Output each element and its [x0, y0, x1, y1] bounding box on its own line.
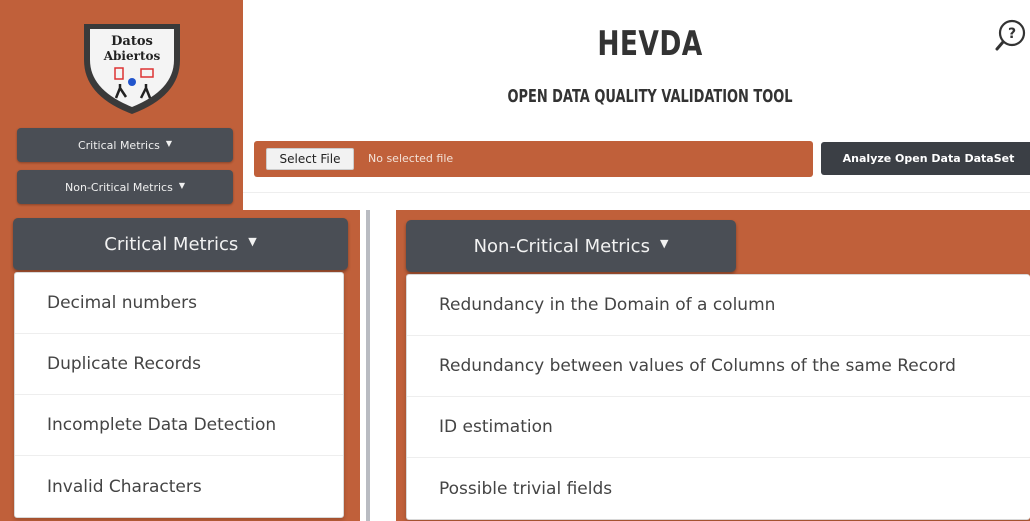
svg-text:Datos: Datos [111, 34, 153, 49]
critical-metrics-dropdown-label: Critical Metrics [104, 233, 239, 255]
caret-down-icon: ▼ [165, 138, 173, 148]
select-file-button[interactable]: Select File [266, 148, 354, 170]
divider [243, 192, 1030, 193]
panel-divider [366, 210, 370, 521]
menu-item-trivial-fields[interactable]: Possible trivial fields [407, 458, 1030, 519]
menu-item-redundancy-domain[interactable]: Redundancy in the Domain of a column [407, 275, 1030, 336]
critical-metrics-menu: Decimal numbers Duplicate Records Incomp… [14, 272, 344, 518]
caret-down-icon: ▼ [178, 180, 185, 190]
critical-metrics-dropdown[interactable]: Critical Metrics ▼ [13, 218, 348, 270]
critical-metrics-dropdown-small[interactable]: Critical Metrics ▼ [17, 128, 233, 162]
noncritical-metrics-dropdown-small[interactable]: Non-Critical Metrics ▼ [17, 170, 233, 204]
svg-text:Abiertos: Abiertos [103, 49, 161, 63]
noncritical-metrics-dropdown-label: Non-Critical Metrics [473, 235, 650, 257]
file-input-bar: Select File No selected file [254, 141, 813, 177]
svg-text:?: ? [1008, 26, 1016, 42]
analyze-button[interactable]: Analyze Open Data DataSet [821, 142, 1030, 175]
caret-down-icon: ▼ [248, 234, 257, 248]
noncritical-metrics-dropdown[interactable]: Non-Critical Metrics ▼ [406, 220, 736, 272]
noncritical-metrics-label: Non-Critical Metrics [65, 180, 173, 194]
file-status-text: No selected file [368, 152, 454, 165]
menu-item-decimal-numbers[interactable]: Decimal numbers [15, 273, 343, 334]
menu-item-invalid-characters[interactable]: Invalid Characters [15, 456, 343, 517]
caret-down-icon: ▼ [659, 236, 669, 250]
menu-item-incomplete-data[interactable]: Incomplete Data Detection [15, 395, 343, 456]
critical-metrics-label: Critical Metrics [77, 138, 160, 152]
menu-item-redundancy-columns[interactable]: Redundancy between values of Columns of … [407, 336, 1030, 397]
datos-abiertos-logo: Datos Abiertos [84, 24, 180, 114]
noncritical-metrics-menu: Redundancy in the Domain of a column Red… [406, 274, 1030, 520]
menu-item-id-estimation[interactable]: ID estimation [407, 397, 1030, 458]
page-title: HEVDA [597, 24, 703, 64]
page-subtitle: OPEN DATA QUALITY VALIDATION TOOL [507, 86, 793, 107]
help-search-icon[interactable]: ? [994, 18, 1028, 52]
menu-item-duplicate-records[interactable]: Duplicate Records [15, 334, 343, 395]
